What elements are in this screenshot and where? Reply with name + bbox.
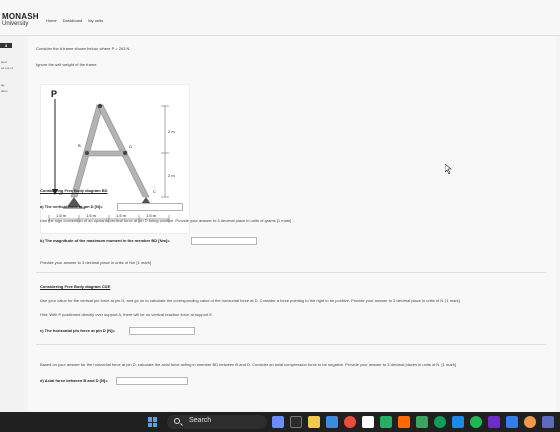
app-icon-indigo[interactable] — [542, 416, 554, 428]
diagram-label-p: P — [51, 89, 57, 99]
part-a-note: Use the sign convention of an upwards ve… — [40, 218, 292, 223]
cde-hint: Hint: With P positioned directly over su… — [40, 312, 213, 317]
taskbar-search-label: Search — [189, 417, 212, 424]
primary-nav: Home Dashboard My units — [46, 18, 103, 23]
app-icon-green-2[interactable] — [416, 416, 428, 428]
spotify-icon[interactable] — [470, 416, 482, 428]
nav-my-units[interactable]: My units — [88, 18, 103, 23]
axial-note: Based on your answer for the horizontal … — [40, 362, 456, 367]
chrome-icon[interactable] — [434, 416, 446, 428]
pin-d — [123, 151, 127, 155]
task-view-icon[interactable] — [290, 416, 302, 428]
part-c-label: c) The horizontal pin force at pin D [N]… — [40, 328, 115, 333]
diagram-dim-2m-bottom: 2 m — [168, 173, 175, 178]
a-frame-diagram: P B D A C 2 m 2 m 1.5 m 1.5 m 1.5 m 1.5 … — [40, 84, 190, 234]
question-status: wed — [1, 60, 7, 64]
flag-question-2[interactable]: ation — [1, 90, 8, 93]
part-d-input[interactable] — [116, 377, 188, 385]
pin-b — [85, 151, 89, 155]
part-b-input[interactable] — [191, 237, 257, 245]
question-ignore-note: Ignore the self weight of the frame. — [36, 62, 98, 67]
diagram-dim-2m-top: 2 m — [168, 129, 175, 134]
app-icon-purple[interactable] — [488, 416, 500, 428]
app-icon-white[interactable] — [362, 416, 374, 428]
diagram-label-c: C — [153, 189, 156, 194]
app-icon-green[interactable] — [380, 416, 392, 428]
question-intro: Consider the A frame shown below, where … — [36, 46, 131, 51]
member-bd — [84, 150, 128, 157]
taskbar-search[interactable]: Search — [167, 415, 267, 429]
monash-logo[interactable]: MONASH University — [2, 12, 39, 28]
logo-text-monash: MONASH — [2, 12, 39, 21]
nav-home[interactable]: Home — [46, 18, 57, 23]
store-icon[interactable] — [326, 416, 338, 428]
logo-text-university: University — [2, 21, 29, 27]
file-explorer-icon[interactable] — [308, 416, 320, 428]
diagram-label-d: D — [129, 144, 132, 149]
question-info-drawer: 3 wed ed out of ag ation — [0, 36, 24, 412]
diagram-label-b: B — [78, 143, 81, 148]
cde-note: Use your value for the vertical pin forc… — [40, 298, 460, 303]
part-b-note: Provide your answer to 3 decimal place i… — [40, 260, 151, 265]
copilot-icon[interactable] — [272, 416, 284, 428]
question-number-badge: 3 — [0, 43, 12, 48]
mouse-cursor-icon — [445, 164, 452, 174]
app-icon-orange[interactable] — [398, 416, 410, 428]
part-a-label: a) The vertical force at pin D [N]= — [40, 204, 103, 209]
windows-taskbar: Search — [0, 412, 560, 432]
flag-question[interactable]: ag — [1, 84, 4, 87]
top-navbar: MONASH University Home Dashboard My unit… — [0, 0, 560, 36]
app-icon-red[interactable] — [344, 416, 356, 428]
app-icon-orange-2[interactable] — [524, 416, 536, 428]
question-content: Consider the A frame shown below, where … — [28, 36, 556, 410]
a-frame-svg: P B D A C 2 m 2 m 1.5 m 1.5 m 1.5 m 1.5 … — [48, 89, 175, 223]
search-icon — [174, 418, 180, 424]
app-icon-blue[interactable] — [452, 416, 464, 428]
app-icon-blue-2[interactable] — [506, 416, 518, 428]
section-divider-2 — [36, 344, 546, 345]
fbd-cde-heading: Considering Free Body diagram CDE — [40, 284, 111, 289]
nav-dashboard[interactable]: Dashboard — [63, 18, 83, 23]
question-marks: ed out of — [1, 66, 13, 70]
section-divider — [36, 272, 546, 273]
windows-start-icon[interactable] — [148, 417, 158, 427]
fbd-bd-heading: Considering Free Body diagram BD — [40, 188, 108, 193]
part-a-input[interactable] — [117, 203, 183, 211]
pin-c — [97, 103, 103, 109]
part-b-label: b) The magnitude of the maximum moment i… — [40, 238, 170, 243]
part-d-label: d) Axial force between B and D [N]= — [40, 378, 108, 383]
part-c-input[interactable] — [129, 327, 195, 335]
